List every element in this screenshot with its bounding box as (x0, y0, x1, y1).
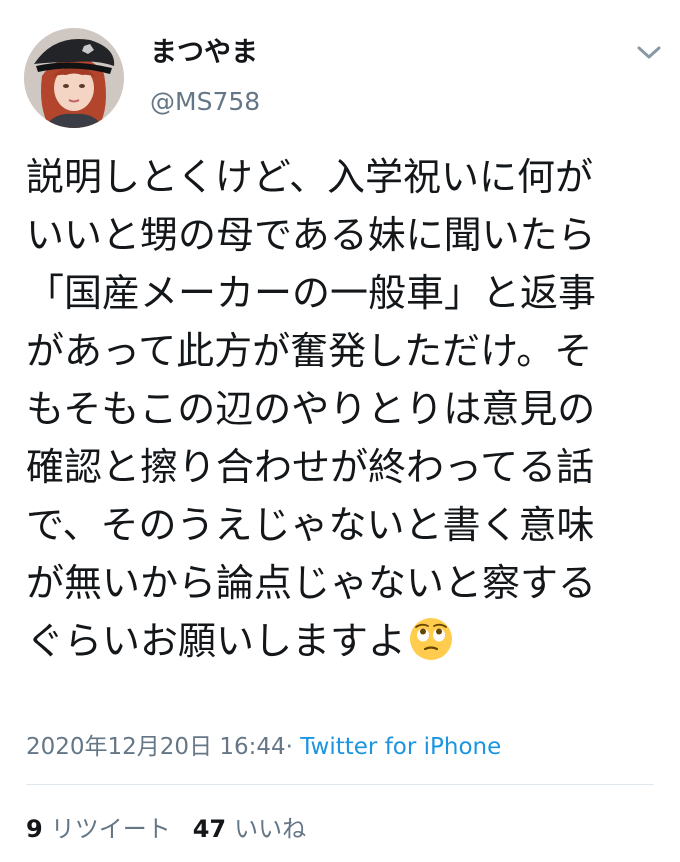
profile-photo-icon (24, 28, 124, 128)
source-link[interactable]: Twitter for iPhone (300, 734, 501, 760)
tweet-text-line: があって此方が奮発しただけ。そ (26, 329, 593, 373)
tweet-text-line: で、そのうえじゃないと書く意味 (26, 503, 595, 547)
more-options-button[interactable] (634, 42, 664, 64)
display-name[interactable]: まつやま (150, 36, 258, 70)
divider (26, 784, 654, 785)
tweet-card: まつやま @MS758 説明しとくけど、入学祝いに何が いいと甥の母である妹に聞… (0, 0, 680, 862)
timestamp[interactable]: 2020年12月20日 16:44 (26, 734, 286, 760)
tweet-stats: 9 リツイート 47 いいね (26, 812, 306, 846)
tweet-meta: 2020年12月20日 16:44· Twitter for iPhone (26, 730, 501, 764)
tweet-text: 説明しとくけど、入学祝いに何が いいと甥の母である妹に聞いたら 「国産メーカーの… (26, 148, 666, 670)
likes-count: 47 (192, 815, 227, 843)
tweet-text-line: 説明しとくけど、入学祝いに何が (26, 155, 593, 199)
face-with-rolling-eyes-icon (410, 618, 453, 660)
user-handle[interactable]: @MS758 (150, 86, 260, 118)
retweets-stat[interactable]: 9 リツイート (26, 815, 171, 843)
likes-stat[interactable]: 47 いいね (193, 815, 306, 843)
tweet-text-line: ぐらいお願いしますよ (26, 619, 407, 663)
tweet-text-last-line: ぐらいお願いしますよ (26, 612, 666, 670)
avatar[interactable] (24, 28, 124, 128)
tweet-text-line: が無いから論点じゃないと察する (26, 561, 597, 605)
tweet-text-line: 「国産メーカーの一般車」と返事 (26, 271, 597, 315)
retweets-label: リツイート (50, 815, 171, 843)
tweet-text-line: 確認と擦り合わせが終わってる話 (26, 445, 595, 489)
chevron-down-icon (637, 46, 661, 59)
tweet-text-line: もそもこの辺のやりとりは意見の (26, 387, 596, 431)
tweet-text-line: いいと甥の母である妹に聞いたら (26, 213, 596, 257)
meta-separator: · (285, 734, 293, 760)
likes-label: いいね (234, 815, 307, 843)
retweets-count: 9 (26, 815, 43, 843)
